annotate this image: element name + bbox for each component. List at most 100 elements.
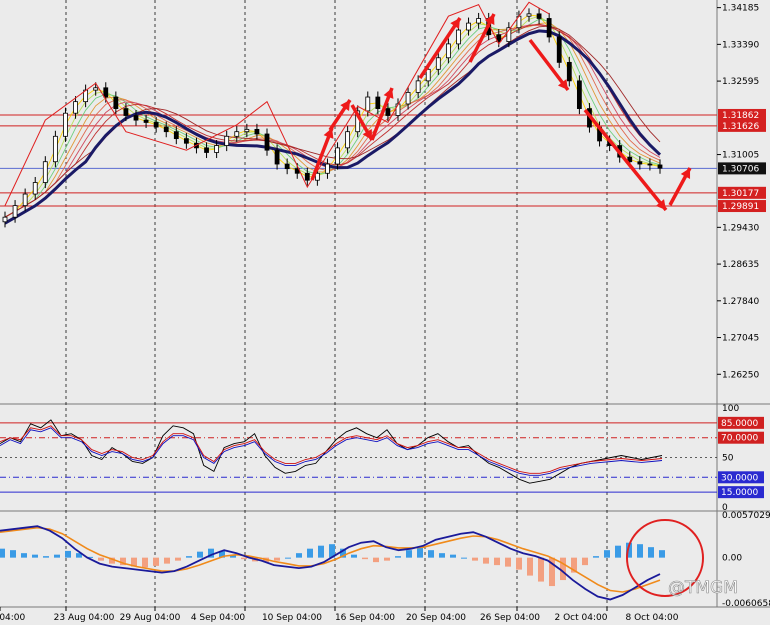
candle-body [183, 138, 189, 144]
candle-body [435, 57, 441, 70]
time-tick-label: 4 Sep 04:00 [191, 613, 246, 623]
macd-histogram-bar [197, 551, 203, 558]
candle-body [476, 18, 482, 24]
candle-body [657, 164, 663, 169]
level-tag-label: 1.30177 [722, 189, 759, 199]
macd-histogram-bar [494, 557, 500, 566]
candle-body [103, 87, 109, 98]
candle-body [415, 80, 421, 93]
candle-body [576, 80, 582, 109]
time-tick-label: 29 Aug 04:00 [120, 613, 181, 623]
rsi-tick-label: 50 [722, 454, 734, 464]
candle-body [405, 92, 411, 105]
candle-body [12, 205, 18, 218]
macd-histogram-bar [516, 557, 522, 570]
time-tick-label: 10 Sep 04:00 [262, 613, 322, 623]
macd-tick-label: 0.0057029 [722, 511, 770, 521]
candle-body [204, 147, 209, 153]
time-tick-label: g 04:00 [0, 613, 26, 623]
time-tick-label: 2 Oct 04:00 [555, 613, 608, 623]
candle-body [536, 13, 542, 19]
price-tick-label: 1.28635 [722, 260, 759, 270]
price-tick-label: 1.27045 [722, 334, 759, 344]
time-tick-label: 23 Aug 04:00 [54, 613, 115, 623]
candle-body [143, 119, 149, 123]
macd-histogram-bar [582, 557, 588, 566]
candle-body [32, 182, 38, 195]
macd-histogram-bar [439, 553, 445, 558]
candle-body [123, 108, 129, 116]
rsi-level-label: 30.0000 [721, 473, 758, 483]
candle-body [22, 193, 28, 207]
candle-body [274, 149, 280, 165]
candle-body [163, 126, 169, 133]
candle-body [264, 133, 270, 151]
candle-body [325, 163, 330, 174]
candle-body [375, 96, 381, 109]
macd-histogram-bar [98, 557, 104, 561]
macd-histogram-bar [538, 557, 544, 582]
macd-tick-label: -0.0060658 [722, 599, 770, 609]
candle-body [637, 161, 643, 165]
time-tick-label: 8 Oct 04:00 [626, 613, 679, 623]
macd-histogram-bar [241, 557, 247, 560]
macd-tick-label: 0.00 [722, 554, 742, 564]
macd-histogram-bar [164, 557, 170, 564]
macd-histogram-bar [417, 547, 423, 558]
candle-body [173, 131, 179, 140]
macd-histogram-bar [296, 553, 302, 558]
price-tick-label: 1.26250 [722, 370, 759, 380]
macd-histogram-bar [527, 557, 533, 576]
candle-body [546, 18, 552, 38]
macd-histogram-bar [384, 557, 390, 561]
macd-histogram-bar [362, 557, 368, 560]
candle-body [63, 112, 68, 137]
candle-body [113, 96, 119, 109]
candle-body [224, 135, 230, 146]
current-price-label: 1.30706 [722, 164, 759, 174]
candle-body [425, 68, 431, 82]
price-tick-label: 1.29430 [722, 223, 759, 233]
macd-histogram-bar [274, 557, 280, 561]
candle-body [395, 103, 401, 116]
macd-histogram-bar [461, 557, 467, 559]
macd-histogram-bar [406, 550, 412, 558]
candle-body [345, 131, 351, 149]
candle-body [385, 108, 391, 116]
rsi-level-label: 85.0000 [721, 419, 758, 429]
macd-histogram-bar [186, 556, 192, 558]
level-tag-label: 1.31862 [722, 111, 759, 121]
macd-histogram-bar [318, 545, 324, 558]
time-tick-label: 20 Sep 04:00 [406, 613, 466, 623]
time-tick-label: 26 Sep 04:00 [480, 613, 540, 623]
candle-body [365, 96, 371, 112]
candle-body [445, 43, 451, 59]
candle-body [566, 61, 572, 82]
level-tag-label: 1.29891 [722, 202, 759, 212]
macd-histogram-bar [428, 550, 434, 558]
candle-body [153, 122, 159, 128]
candle-body [304, 172, 310, 181]
macd-histogram-bar [307, 548, 313, 558]
rsi-tick-label: 100 [722, 404, 739, 414]
price-tick-label: 1.27840 [722, 297, 759, 307]
macd-histogram-bar [615, 545, 621, 558]
candle-body [52, 135, 58, 163]
price-tick-label: 1.33390 [722, 40, 759, 50]
macd-histogram-bar [142, 557, 148, 568]
candle-body [214, 145, 220, 153]
candle-body [93, 87, 99, 91]
watermark-text: @TMGM [668, 578, 738, 598]
level-tag-label: 1.31626 [722, 122, 759, 132]
macd-histogram-bar [32, 554, 38, 558]
forex-chart: 1.34185 1.33390 1.32595 1.31005 1.29430 1.286… [0, 0, 770, 625]
macd-histogram-bar [10, 550, 16, 558]
candle-body [244, 128, 250, 133]
candle-body [466, 22, 471, 31]
price-tick-label: 1.34185 [722, 4, 759, 14]
rsi-level-label: 70.0000 [721, 434, 758, 444]
time-tick-label: 16 Sep 04:00 [335, 613, 395, 623]
macd-histogram-bar [450, 554, 456, 558]
price-tick-label: 1.31005 [722, 151, 759, 161]
macd-histogram-bar [659, 550, 665, 558]
